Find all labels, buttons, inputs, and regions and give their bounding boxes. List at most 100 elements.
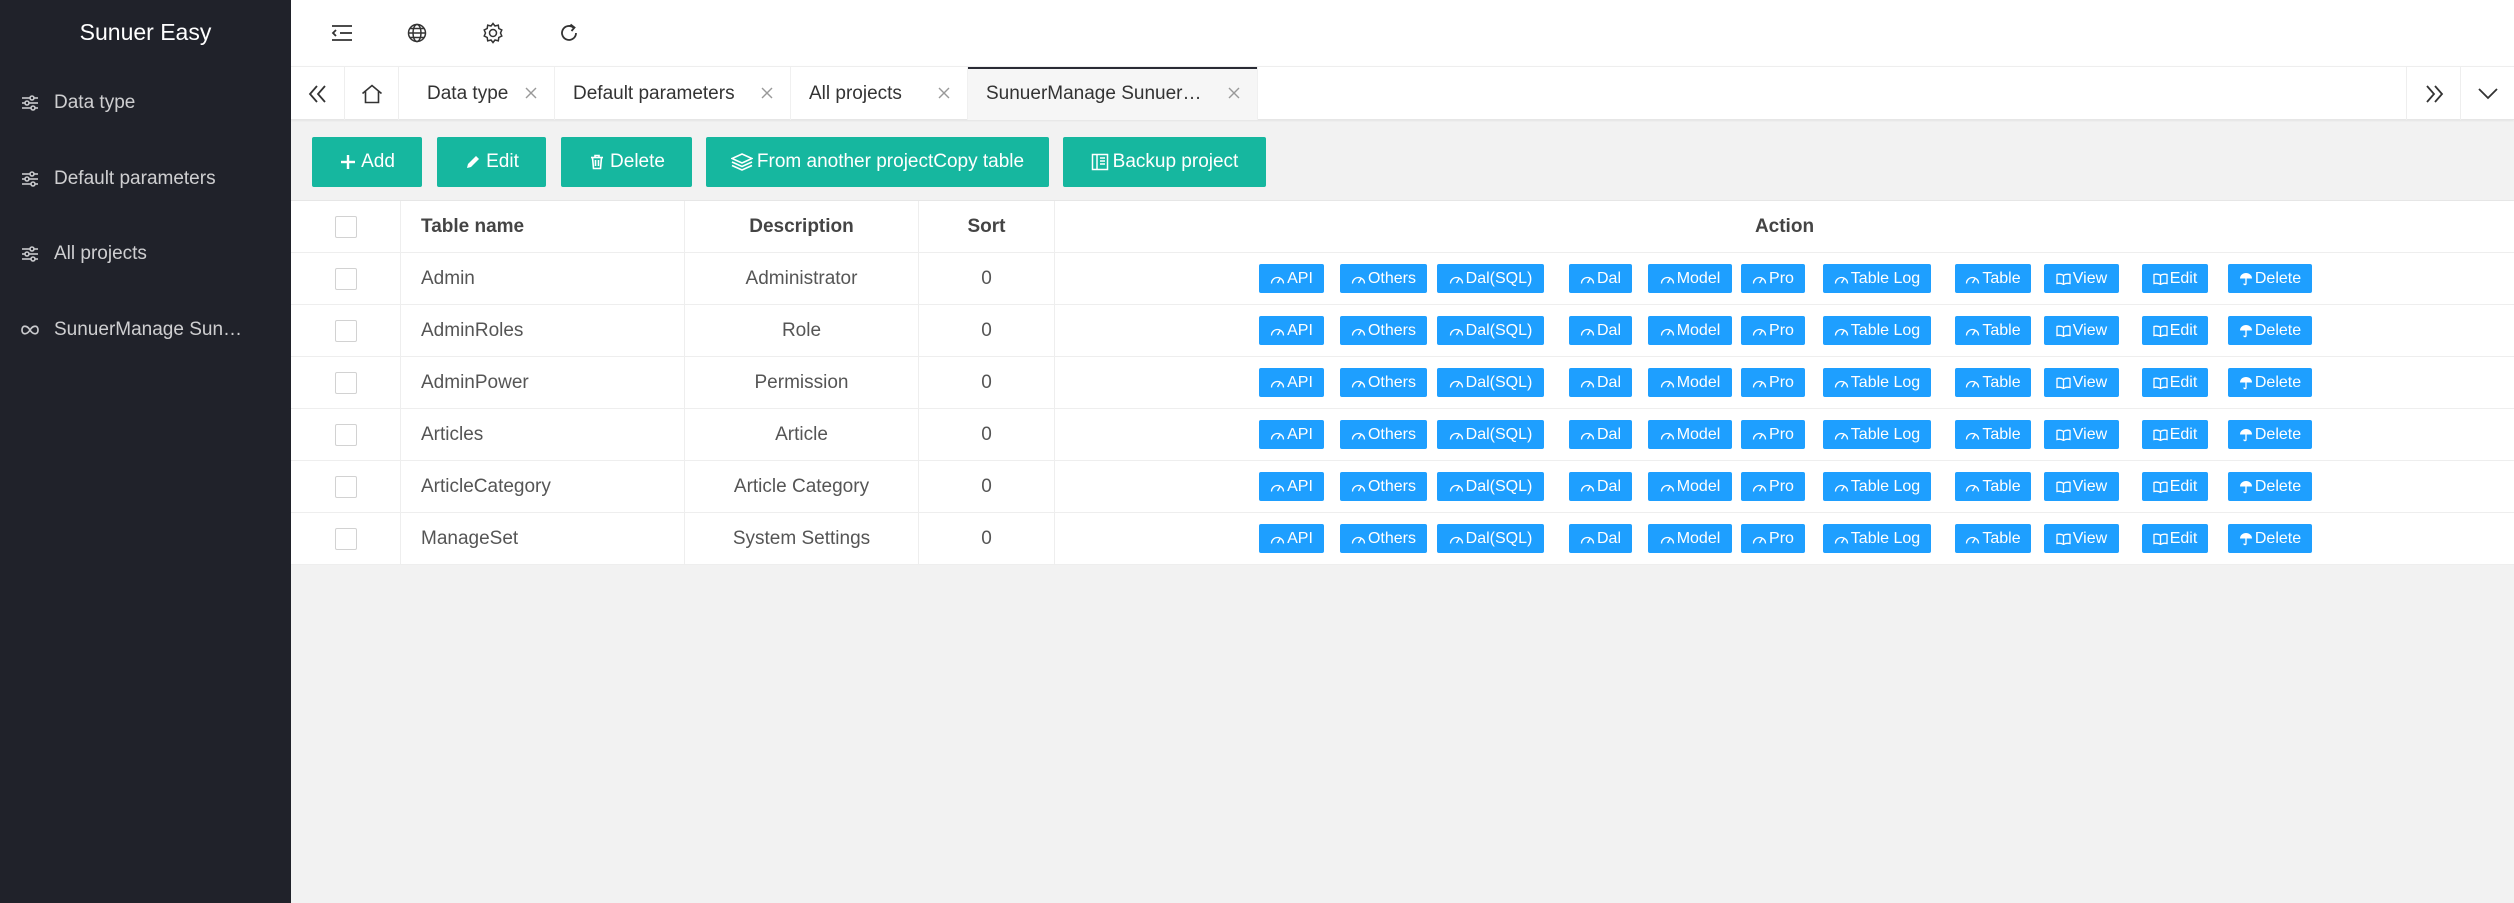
action-delete-button[interactable]: Delete (2228, 420, 2312, 449)
action-view-button[interactable]: View (2044, 420, 2119, 449)
delete-button[interactable]: Delete (561, 137, 692, 187)
action-api-button[interactable]: API (1259, 524, 1324, 553)
tabs-scroll-right-button[interactable] (2406, 67, 2460, 120)
action-model-button[interactable]: Model (1648, 316, 1732, 345)
action-table-log-button[interactable]: Table Log (1823, 420, 1931, 449)
row-checkbox[interactable] (334, 423, 357, 446)
close-icon[interactable] (935, 84, 953, 102)
action-dal-button[interactable]: Dal (1569, 368, 1632, 397)
gear-icon[interactable] (477, 17, 509, 49)
action-model-button[interactable]: Model (1648, 524, 1732, 553)
action-delete-button[interactable]: Delete (2228, 368, 2312, 397)
refresh-icon[interactable] (553, 17, 585, 49)
close-icon[interactable] (758, 84, 776, 102)
action-model-button[interactable]: Model (1648, 420, 1732, 449)
tabs-scroll-left-button[interactable] (291, 67, 345, 120)
row-checkbox[interactable] (334, 371, 357, 394)
action-table-log-button[interactable]: Table Log (1823, 368, 1931, 397)
add-button[interactable]: Add (312, 137, 422, 187)
edit-button[interactable]: Edit (437, 137, 546, 187)
action-model-button[interactable]: Model (1648, 368, 1732, 397)
tab-data-type[interactable]: Data type (409, 67, 555, 120)
tab-sunuermanage[interactable]: SunuerManage Sunuer… (968, 67, 1258, 120)
action-table-log-button[interactable]: Table Log (1823, 264, 1931, 293)
action-pro-button[interactable]: Pro (1741, 264, 1805, 293)
action-others-button[interactable]: Others (1340, 316, 1427, 345)
action-others-button[interactable]: Others (1340, 472, 1427, 501)
action-dal-button[interactable]: Dal (1569, 472, 1632, 501)
action-pro-button[interactable]: Pro (1741, 472, 1805, 501)
action-edit-button[interactable]: Edit (2142, 368, 2208, 397)
action-delete-button[interactable]: Delete (2228, 264, 2312, 293)
tab-all-projects[interactable]: All projects (791, 67, 968, 120)
action-pro-button[interactable]: Pro (1741, 316, 1805, 345)
action-others-button[interactable]: Others (1340, 420, 1427, 449)
sidebar-item-default-parameters[interactable]: Default parameters (0, 154, 291, 204)
action-view-button[interactable]: View (2044, 368, 2119, 397)
action-dal-sql-button[interactable]: Dal(SQL) (1437, 420, 1544, 449)
action-dal-sql-button[interactable]: Dal(SQL) (1437, 368, 1544, 397)
action-edit-button[interactable]: Edit (2142, 472, 2208, 501)
action-api-button[interactable]: API (1259, 420, 1324, 449)
action-table-button[interactable]: Table (1955, 472, 2031, 501)
action-table-button[interactable]: Table (1955, 264, 2031, 293)
action-table-log-button[interactable]: Table Log (1823, 316, 1931, 345)
action-table-button[interactable]: Table (1955, 316, 2031, 345)
action-model-button[interactable]: Model (1648, 264, 1732, 293)
action-dal-sql-button[interactable]: Dal(SQL) (1437, 524, 1544, 553)
globe-icon[interactable] (401, 17, 433, 49)
action-table-button[interactable]: Table (1955, 420, 2031, 449)
row-checkbox[interactable] (334, 475, 357, 498)
action-delete-button[interactable]: Delete (2228, 316, 2312, 345)
action-dal-sql-button[interactable]: Dal(SQL) (1437, 264, 1544, 293)
action-delete-button[interactable]: Delete (2228, 524, 2312, 553)
action-dal-button[interactable]: Dal (1569, 264, 1632, 293)
menu-fold-icon[interactable] (326, 17, 358, 49)
action-table-button[interactable]: Table (1955, 368, 2031, 397)
tabs-dropdown-button[interactable] (2460, 67, 2514, 120)
action-edit-button[interactable]: Edit (2142, 264, 2208, 293)
sidebar-item-all-projects[interactable]: All projects (0, 229, 291, 279)
action-pro-button[interactable]: Pro (1741, 420, 1805, 449)
row-checkbox[interactable] (334, 319, 357, 342)
sidebar-item-sunuermanage[interactable]: SunuerManage Sun… (0, 305, 291, 355)
action-api-button[interactable]: API (1259, 368, 1324, 397)
action-view-button[interactable]: View (2044, 524, 2119, 553)
action-api-button[interactable]: API (1259, 264, 1324, 293)
action-view-button[interactable]: View (2044, 316, 2119, 345)
action-others-button[interactable]: Others (1340, 524, 1427, 553)
action-edit-button[interactable]: Edit (2142, 420, 2208, 449)
row-checkbox[interactable] (334, 527, 357, 550)
copy-table-button[interactable]: From another projectCopy table (706, 137, 1049, 187)
action-model-button[interactable]: Model (1648, 472, 1732, 501)
action-dal-button[interactable]: Dal (1569, 420, 1632, 449)
dashboard-icon (1580, 432, 1595, 440)
action-table-log-button[interactable]: Table Log (1823, 524, 1931, 553)
action-dal-sql-button[interactable]: Dal(SQL) (1437, 472, 1544, 501)
action-pro-button[interactable]: Pro (1741, 524, 1805, 553)
action-others-button[interactable]: Others (1340, 368, 1427, 397)
action-edit-button[interactable]: Edit (2142, 316, 2208, 345)
action-table-button[interactable]: Table (1955, 524, 2031, 553)
action-edit-button[interactable]: Edit (2142, 524, 2208, 553)
action-api-button[interactable]: API (1259, 316, 1324, 345)
action-dal-button[interactable]: Dal (1569, 316, 1632, 345)
action-dal-button[interactable]: Dal (1569, 524, 1632, 553)
action-table-log-button[interactable]: Table Log (1823, 472, 1931, 501)
close-icon[interactable] (522, 84, 540, 102)
action-view-button[interactable]: View (2044, 264, 2119, 293)
close-icon[interactable] (1225, 84, 1243, 102)
row-checkbox[interactable] (334, 267, 357, 290)
sidebar-item-data-type[interactable]: Data type (0, 78, 291, 128)
action-delete-button[interactable]: Delete (2228, 472, 2312, 501)
column-header-sort[interactable]: Sort (919, 201, 1055, 252)
action-dal-sql-button[interactable]: Dal(SQL) (1437, 316, 1544, 345)
home-tab[interactable] (345, 67, 399, 120)
action-pro-button[interactable]: Pro (1741, 368, 1805, 397)
action-others-button[interactable]: Others (1340, 264, 1427, 293)
backup-project-button[interactable]: Backup project (1063, 137, 1266, 187)
select-all-checkbox[interactable] (334, 215, 357, 238)
action-api-button[interactable]: API (1259, 472, 1324, 501)
tab-default-parameters[interactable]: Default parameters (555, 67, 791, 120)
action-view-button[interactable]: View (2044, 472, 2119, 501)
